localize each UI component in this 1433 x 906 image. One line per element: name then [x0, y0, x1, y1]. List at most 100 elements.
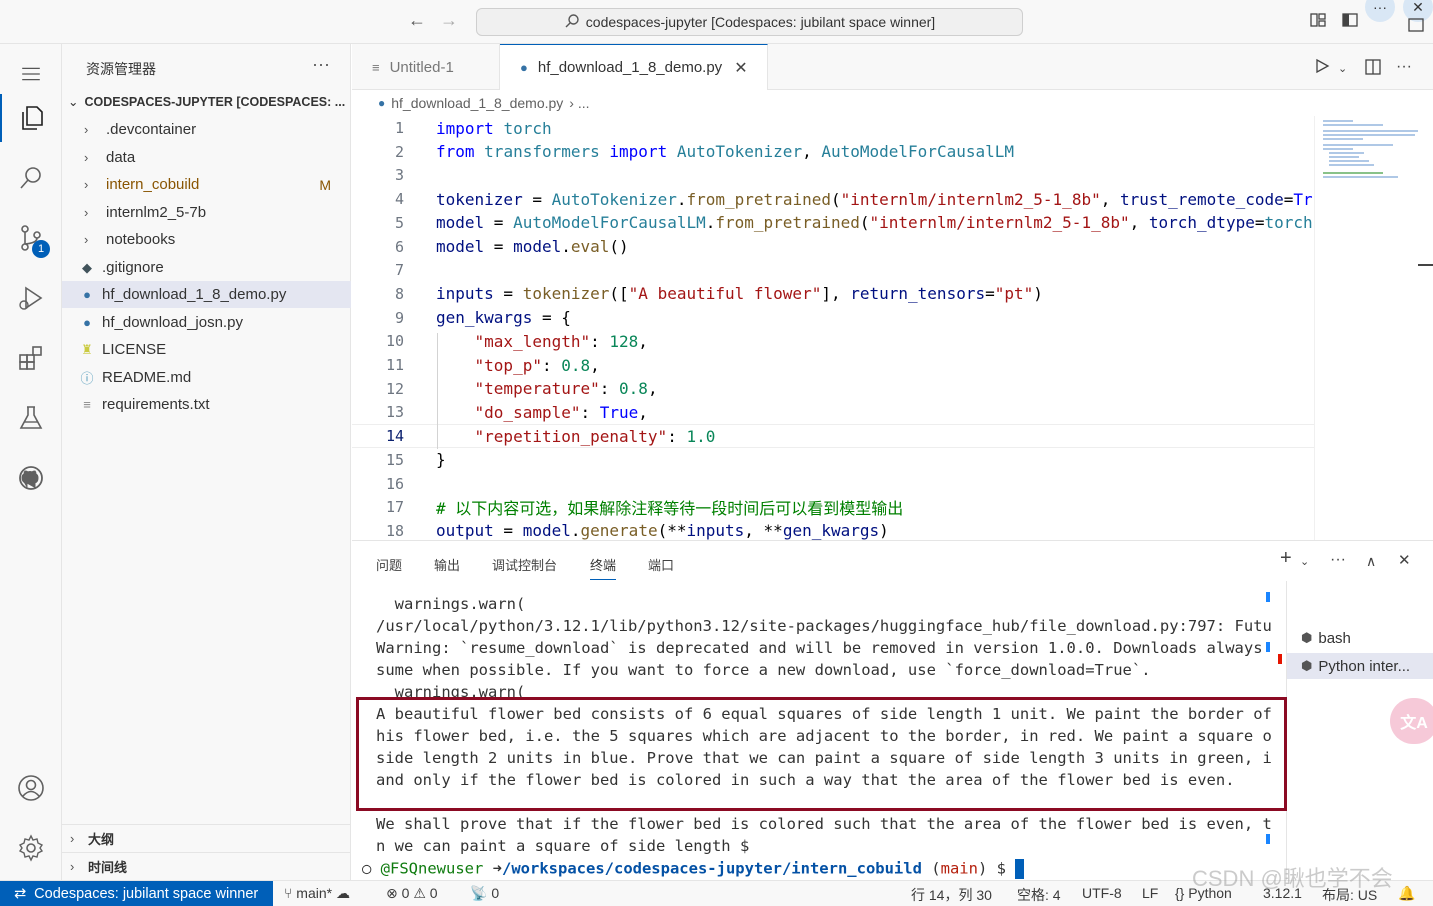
code-line[interactable]: 4 tokenizer = AutoTokenizer.from_pretrain…: [352, 187, 1314, 211]
code-line[interactable]: 5 model = AutoModelForCausalLM.from_pretr…: [352, 211, 1314, 235]
line-number: 13: [385, 403, 404, 422]
code-line[interactable]: 8 inputs = tokenizer(["A beautiful flower…: [352, 282, 1314, 306]
github-icon[interactable]: [0, 454, 62, 502]
explorer-icon[interactable]: [0, 94, 62, 142]
tree-item-label: requirements.txt: [102, 396, 210, 413]
code-line[interactable]: 9 gen_kwargs = {: [352, 306, 1314, 330]
split-editor-icon[interactable]: [1364, 58, 1382, 81]
tree-item-intern-cobuild[interactable]: › intern_cobuild M: [62, 171, 351, 198]
command-center[interactable]: codespaces-jupyter [Codespaces: jubilant…: [476, 8, 1023, 36]
line-number: 12: [385, 379, 404, 398]
code-line[interactable]: 18 output = model.generate(**inputs, **ge…: [352, 519, 1314, 540]
workspace-root[interactable]: ⌄ CODESPACES-JUPYTER [CODESPACES: ...: [68, 94, 351, 109]
run-debug-icon[interactable]: [0, 274, 62, 322]
tree-item-gitignore[interactable]: ◆ .gitignore: [62, 254, 351, 281]
code-line[interactable]: 13 "do_sample": True,: [352, 400, 1314, 424]
customize-layout-icon[interactable]: [1308, 11, 1328, 31]
minimap[interactable]: [1314, 116, 1433, 540]
chevron-down-icon[interactable]: ⌄: [1300, 555, 1309, 568]
code-line[interactable]: 2 from transformers import AutoTokenizer,…: [352, 140, 1314, 164]
forward-arrow-icon[interactable]: →: [440, 10, 458, 31]
code-line[interactable]: 11 "top_p": 0.8,: [352, 353, 1314, 377]
code-line[interactable]: 6 model = model.eval(): [352, 235, 1314, 259]
tree-item-hf-download-demo[interactable]: ● hf_download_1_8_demo.py: [62, 281, 351, 308]
toggle-panel-icon[interactable]: [1406, 16, 1426, 36]
license-icon: ♜: [81, 341, 93, 357]
modified-badge: M: [319, 176, 331, 193]
tree-item-notebooks[interactable]: › notebooks: [62, 226, 351, 253]
code-line[interactable]: 7: [352, 258, 1314, 282]
prompt-branch-open: (: [921, 859, 941, 878]
tree-item-hf-download-josn[interactable]: ● hf_download_josn.py: [62, 309, 351, 336]
tree-item-readme[interactable]: ⓘ README.md: [62, 364, 351, 391]
tree-item-data[interactable]: › data: [62, 144, 351, 171]
code-editor[interactable]: 1 import torch 2 from transformers import A…: [352, 116, 1314, 540]
terminal-prompt[interactable]: ○ @FSQnewuser ➜/workspaces/codespaces-ju…: [362, 859, 1025, 881]
toggle-sidebar-icon[interactable]: [1340, 11, 1360, 31]
tree-item-devcontainer[interactable]: › .devcontainer: [62, 116, 351, 143]
terminal-label: bash: [1318, 629, 1351, 647]
tree-item-internlm2-5-7b[interactable]: › internlm2_5-7b: [62, 199, 351, 226]
testing-flask-icon[interactable]: [0, 394, 62, 442]
new-terminal-icon[interactable]: +: [1280, 547, 1292, 570]
run-python-file-icon[interactable]: [1314, 58, 1330, 79]
code-line[interactable]: 14 "repetition_penalty": 1.0: [352, 424, 1314, 449]
encoding[interactable]: UTF-8: [1082, 885, 1122, 901]
terminal-python[interactable]: ⬢ Python inter...: [1287, 653, 1433, 679]
code-line[interactable]: 16: [352, 472, 1314, 496]
close-panel-icon[interactable]: ✕: [1398, 551, 1411, 569]
hamburger-menu-icon[interactable]: [0, 50, 62, 98]
code-line[interactable]: 1 import torch: [352, 116, 1314, 140]
tree-item-requirements[interactable]: ≡ requirements.txt: [62, 391, 351, 418]
code-line[interactable]: 15}: [352, 448, 1314, 472]
breadcrumb-rest[interactable]: › ...: [569, 95, 589, 111]
more-label: ···: [1373, 0, 1387, 15]
translate-button[interactable]: 文A: [1390, 698, 1433, 744]
maximize-panel-icon[interactable]: ∧: [1366, 553, 1376, 570]
tree-item-license[interactable]: ♜ LICENSE: [62, 336, 351, 363]
line-number: 15: [385, 450, 404, 469]
line-number: 8: [394, 284, 404, 303]
explorer-more-button[interactable]: ···: [312, 54, 330, 75]
tab-untitled-1[interactable]: ≡ Untitled-1: [352, 44, 500, 90]
code-line[interactable]: 10 "max_length": 128,: [352, 329, 1314, 353]
outline-section[interactable]: › 大纲: [62, 824, 351, 852]
tab-output[interactable]: 输出: [434, 555, 460, 574]
close-tab-icon[interactable]: ✕: [734, 58, 747, 78]
ports-count: 0: [491, 885, 500, 901]
code-text: model = model.eval(): [436, 237, 629, 256]
tree-item-label: hf_download_josn.py: [102, 314, 243, 331]
tab-hf-download-demo[interactable]: ● hf_download_1_8_demo.py ✕: [500, 44, 768, 90]
panel-more-icon[interactable]: ···: [1330, 551, 1346, 569]
search-icon[interactable]: [0, 154, 62, 202]
editor-more-icon[interactable]: ···: [1396, 58, 1412, 76]
indentation[interactable]: 空格: 4: [1017, 885, 1061, 905]
back-arrow-icon[interactable]: ←: [408, 10, 426, 31]
terminal-line: Warning: `resume_download` is deprecated…: [376, 639, 1272, 657]
remote-indicator[interactable]: ⇄ Codespaces: jubilant space winner: [0, 881, 273, 906]
problems-indicator[interactable]: ⊗ 0 ⚠ 0: [386, 885, 438, 902]
ports-indicator[interactable]: 📡 0: [470, 885, 499, 902]
tab-terminal[interactable]: 终端: [590, 555, 617, 580]
accounts-icon[interactable]: [0, 764, 62, 812]
line-number: 5: [394, 213, 404, 232]
source-control-icon[interactable]: 1: [0, 214, 62, 262]
terminal-bash[interactable]: ⬢ bash: [1287, 625, 1433, 651]
line-ending[interactable]: LF: [1142, 885, 1158, 901]
tab-debug-console[interactable]: 调试控制台: [492, 555, 557, 574]
code-line[interactable]: 12 "temperature": 0.8,: [352, 377, 1314, 401]
notifications-bell-icon[interactable]: 🔔: [1398, 885, 1415, 902]
tab-ports[interactable]: 端口: [648, 555, 674, 574]
branch-indicator[interactable]: ⑂ main* ☁: [284, 885, 350, 902]
code-line[interactable]: 17 # 以下内容可选，如果解除注释等待一段时间后可以看到模型输出: [352, 495, 1314, 519]
branch-label: main*: [296, 885, 333, 901]
timeline-section[interactable]: › 时间线: [62, 852, 351, 880]
breadcrumb-file[interactable]: hf_download_1_8_demo.py: [391, 95, 563, 111]
cursor-position[interactable]: 行 14，列 30: [911, 885, 992, 905]
run-dropdown-chevron-icon[interactable]: ⌄: [1338, 62, 1347, 75]
more-button[interactable]: ···: [1365, 0, 1395, 22]
code-line[interactable]: 3: [352, 163, 1314, 187]
tab-problems[interactable]: 问题: [376, 555, 402, 574]
extensions-icon[interactable]: [0, 334, 62, 382]
manage-gear-icon[interactable]: [0, 824, 62, 872]
